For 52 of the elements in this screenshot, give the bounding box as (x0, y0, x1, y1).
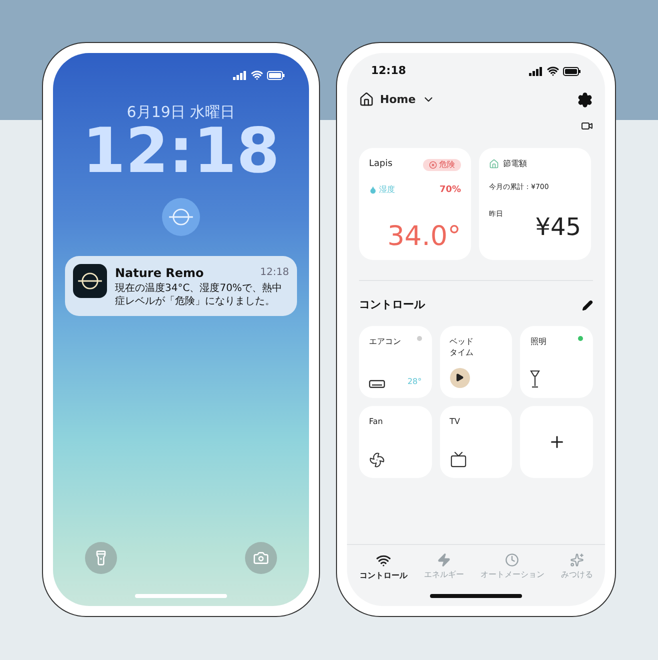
wifi-icon (251, 69, 263, 81)
device-tile[interactable]: 照明 (520, 326, 593, 398)
signal-waves-icon (376, 553, 391, 568)
temperature-setting: 28° (407, 376, 422, 388)
camera-icon[interactable] (581, 120, 593, 132)
notification-message: 現在の温度34°C、湿度70%で、熱中症レベルが「危険」になりました。 (115, 282, 283, 308)
settings-icon[interactable] (577, 92, 593, 108)
temperature-value: 34.0° (387, 223, 461, 250)
camera-icon (253, 550, 269, 566)
home-icon (359, 92, 374, 108)
device-tile[interactable]: ベッドタイム (440, 326, 512, 398)
device-tile[interactable]: Fan (359, 406, 432, 478)
wifi-icon (547, 65, 559, 78)
device-label: ベッドタイム (450, 336, 475, 358)
notification-app-name: Nature Remo (115, 264, 204, 282)
signal-icon (233, 70, 247, 80)
savings-title: 節電額 (503, 158, 527, 170)
sparkle-icon (570, 553, 584, 567)
sensor-name: Lapis (369, 158, 392, 171)
lamp-icon (530, 370, 540, 388)
home-selector[interactable]: Home (359, 92, 435, 108)
nav-tab[interactable]: コントロール (359, 553, 408, 582)
humidity-value: 70% (439, 184, 461, 196)
device-label: TV (450, 416, 460, 426)
device-tile[interactable]: TV (440, 406, 512, 478)
play-button[interactable] (450, 368, 470, 388)
clock-icon (505, 553, 520, 567)
house-icon (489, 159, 499, 169)
tv-icon (450, 450, 467, 468)
signal-icon (529, 66, 543, 76)
play-icon (455, 373, 464, 382)
warning-icon (429, 160, 437, 169)
device-label: エアコン (369, 336, 401, 346)
lightning-icon (436, 553, 451, 567)
edit-icon[interactable] (582, 300, 593, 311)
droplet-icon (369, 186, 377, 194)
device-label: 照明 (530, 336, 546, 346)
fan-icon (369, 452, 385, 468)
humidity-label: 湿度 (369, 184, 395, 196)
battery-icon (267, 70, 285, 80)
status-time: 12:18 (371, 63, 406, 79)
yesterday-amount: ¥45 (535, 215, 581, 239)
notification-card[interactable]: Nature Remo 12:18 現在の温度34°C、湿度70%で、熱中症レベルが「危険」になりました。 (65, 256, 297, 316)
sensor-card[interactable]: Lapis 危険 湿度 70% 34.0° (359, 148, 471, 260)
section-title: コントロール (359, 297, 425, 313)
device-label: Fan (369, 416, 383, 426)
notification-time: 12:18 (260, 266, 289, 280)
device-tile[interactable]: エアコン 28° (359, 326, 432, 398)
air-conditioner-icon (369, 380, 385, 388)
app-widget[interactable] (162, 198, 200, 236)
battery-icon (563, 66, 581, 76)
alert-badge: 危険 (423, 158, 461, 171)
